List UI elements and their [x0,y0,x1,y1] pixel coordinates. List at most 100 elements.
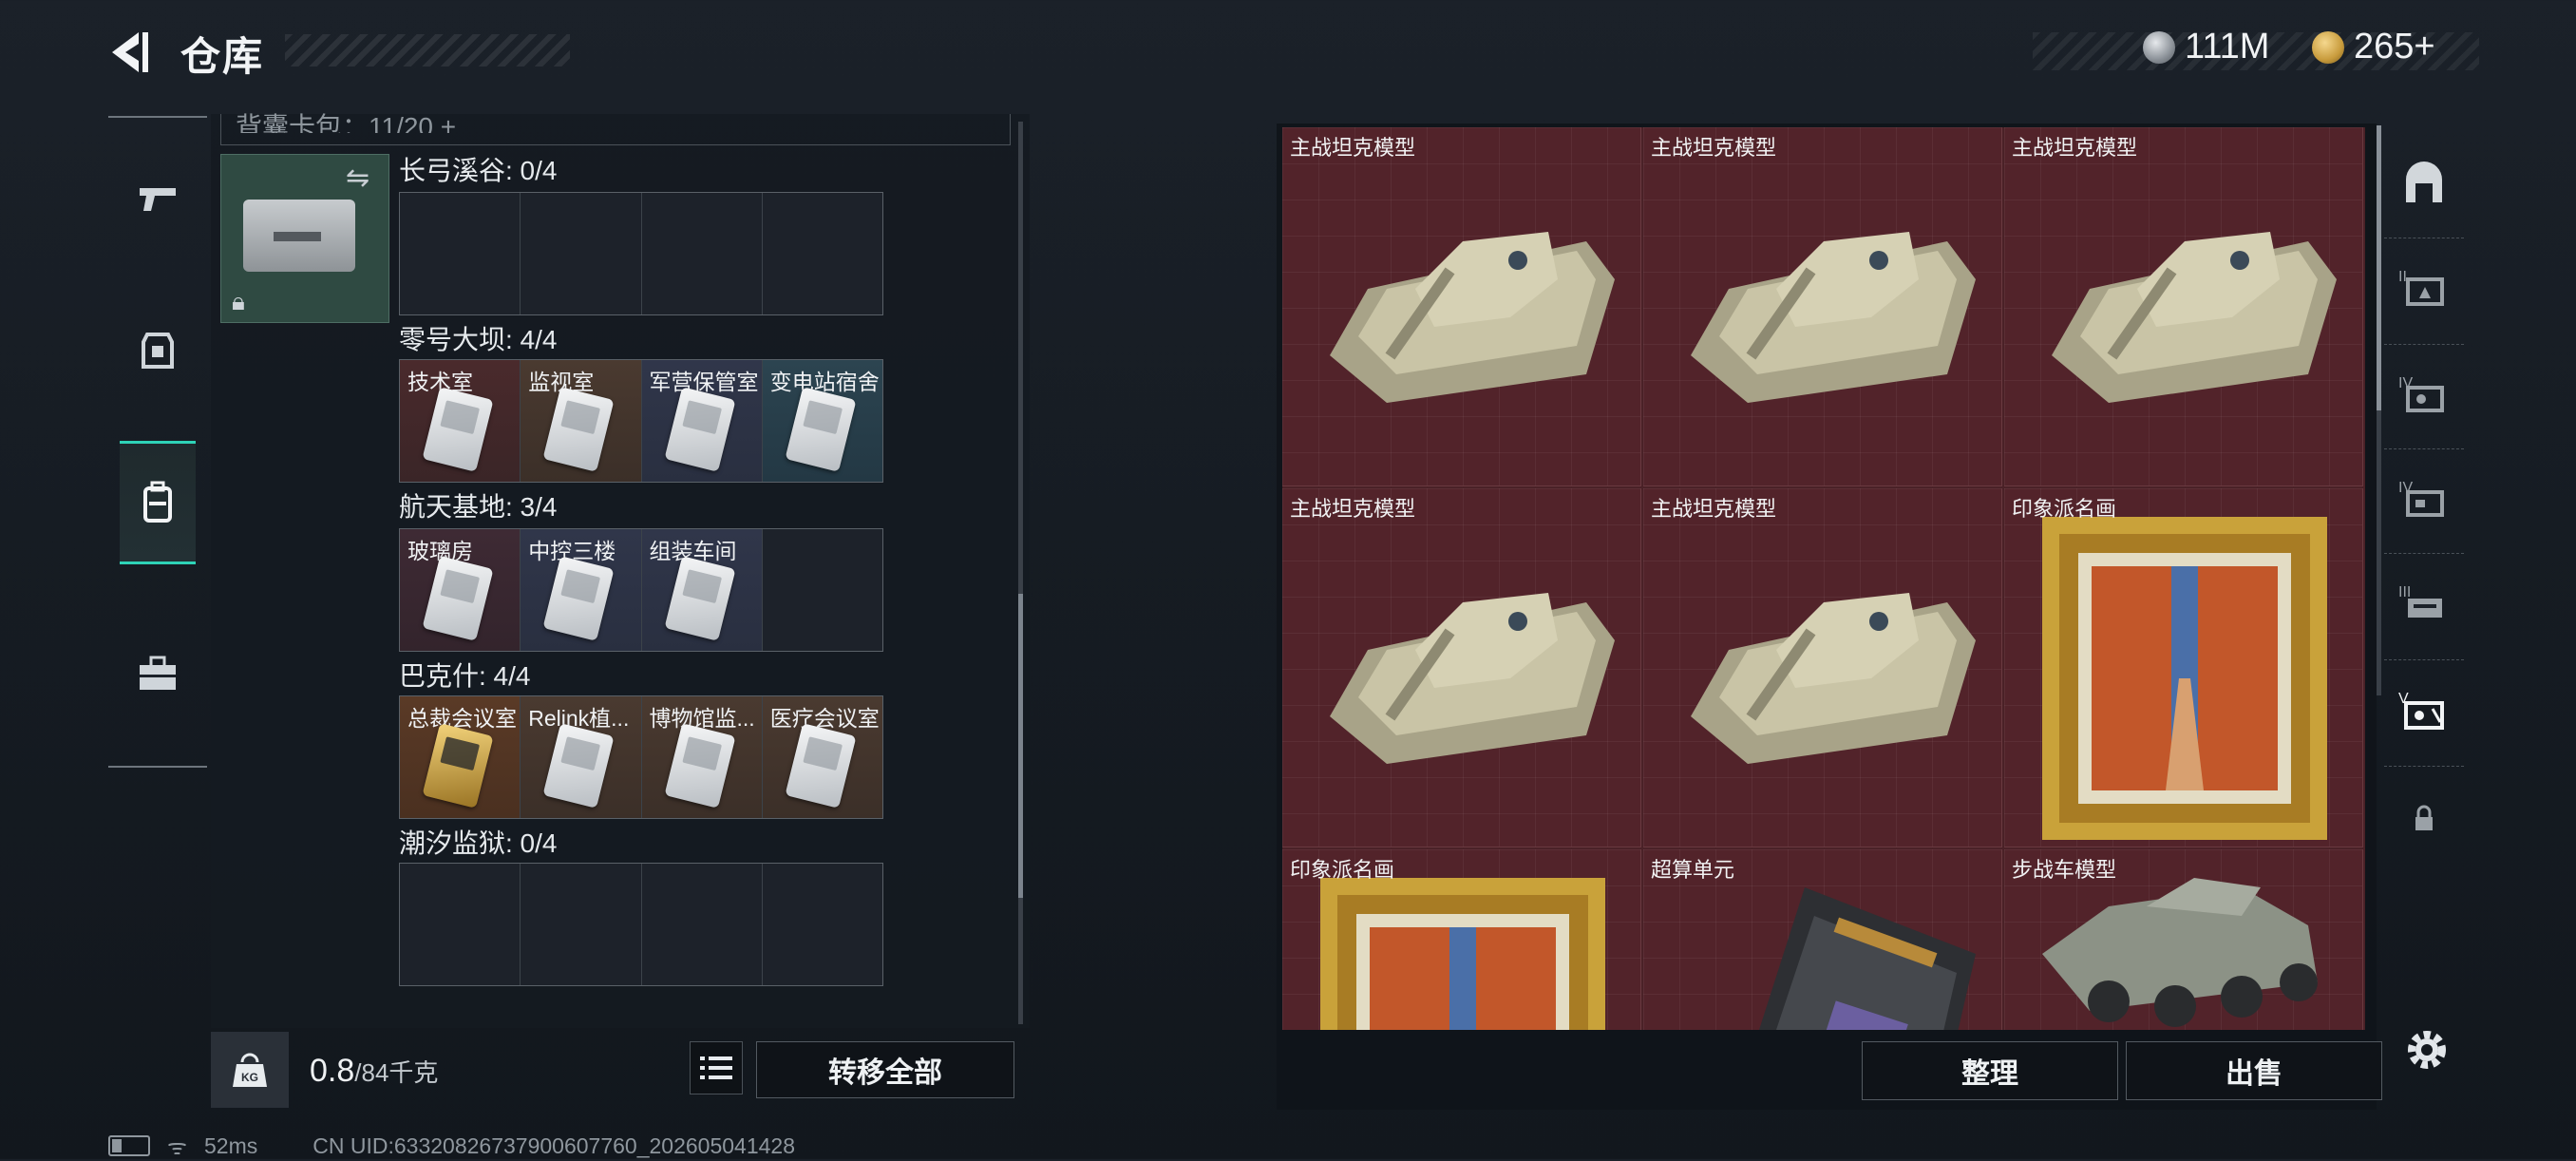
tab-all-items[interactable] [2384,133,2464,236]
inventory-item[interactable]: 超算单元 [1643,849,2002,1030]
settings-gear-icon[interactable] [2403,1026,2451,1074]
keycard-label: 军营保管室 [649,370,759,394]
svg-text:II: II [2398,269,2407,285]
backpack-icon [143,481,172,523]
keycard-case-image [243,200,355,272]
tier-5-icon: V [2398,691,2444,730]
armor-icon [142,333,174,369]
weight-icon: KG [233,1053,267,1087]
item-name: 印象派名画 [2012,497,2117,521]
keycard-label: 监视室 [528,370,595,394]
nav-toolbox[interactable] [108,612,207,735]
keycard-label: 中控三楼 [528,539,616,563]
keycard-slot[interactable] [763,864,882,985]
inventory-item[interactable]: 主战坦克模型 [1643,127,2002,486]
gold-coin-icon [2312,30,2344,64]
sell-button[interactable]: 出售 [2126,1041,2382,1100]
keycard-label: 技术室 [407,370,473,394]
inventory-item[interactable]: 主战坦克模型 [1643,488,2002,847]
left-scrollbar-thumb[interactable] [1018,594,1023,898]
tab-tier-2[interactable]: II [2384,238,2464,341]
weight-value: 0.8 [310,1053,355,1089]
tab-tier-5[interactable]: V [2384,659,2464,763]
keycard-slot[interactable]: 医疗会议室 [762,696,882,818]
inventory-item[interactable]: 印象派名画 [1282,849,1641,1030]
keycard-image [663,387,736,472]
keycard-slot[interactable] [642,864,763,985]
back-arrow-icon[interactable] [106,29,154,76]
lock-icon [2415,805,2433,830]
inventory-item[interactable]: 步战车模型 [2004,849,2363,1030]
inventory-grid: 主战坦克模型 主战坦克模型 主战坦克模型 主战坦克模型 主战坦克模型 印象派名画 [1282,127,2365,1030]
keycard-slot[interactable] [763,529,882,651]
lock-icon: 🔒︎ [232,287,245,315]
keycard-image [663,556,736,641]
keycard-slot[interactable]: 总裁会议室 [400,696,521,818]
silver-coin-icon [2143,30,2175,64]
keycard-slot[interactable]: 军营保管室 [641,360,763,482]
tab-locked[interactable] [2384,766,2464,869]
keycard-slot[interactable]: 变电站宿舍 [762,360,882,482]
sort-button[interactable]: 整理 [1862,1041,2118,1100]
list-icon [700,1056,732,1079]
item-name: 主战坦克模型 [1290,497,1416,521]
weight-button[interactable]: KG [211,1032,289,1108]
tab-tier-3[interactable]: III [2384,553,2464,657]
keycard-slot[interactable]: 组装车间 [641,529,763,651]
keycard-image [785,387,857,472]
section-title-dam: 零号大坝: 4/4 [399,325,558,354]
nav-backpack[interactable] [120,441,196,564]
panel-top-partial-text: 背囊卡包：11/20 + [236,112,457,133]
inventory-item[interactable]: 主战坦克模型 [1282,127,1641,486]
nav-weapons[interactable] [108,137,207,260]
silver-currency[interactable]: 111M [2143,27,2269,67]
keycard-slot[interactable]: Relink植... [521,696,642,818]
filter-tabs: II IV IV III V [2384,133,2464,1007]
section-title-space-base: 航天基地: 3/4 [399,492,558,522]
keycard-slot[interactable] [400,864,521,985]
section-title-bakshi: 巴克什: 4/4 [399,661,531,691]
tank-model-image [2052,232,2337,403]
section-title-tidal-prison: 潮汐监狱: 0/4 [399,828,558,858]
keycard-slot[interactable] [642,193,763,314]
keycard-slot[interactable]: 监视室 [521,360,642,482]
inventory-item[interactable]: 印象派名画 [2004,488,2363,847]
inventory-item[interactable]: 主战坦克模型 [1282,488,1641,847]
keycard-slot[interactable]: 技术室 [400,360,521,482]
keycard-slot[interactable] [763,193,882,314]
inventory-item[interactable]: 主战坦克模型 [2004,127,2363,486]
right-scrollbar-thumb[interactable] [2377,125,2381,410]
keycard-image [542,723,615,809]
keycard-grid-bakshi: 总裁会议室 Relink植... 博物馆监... 医疗会议室 [399,695,883,819]
keycard-label: 博物馆监... [649,706,755,731]
item-name: 主战坦克模型 [2012,136,2138,160]
keycard-slot[interactable]: 中控三楼 [521,529,642,651]
tab-tier-4-alt[interactable]: IV [2384,448,2464,552]
keycard-image [785,723,857,809]
keycard-slot[interactable] [521,193,642,314]
keycard-slot[interactable] [400,193,521,314]
tab-tier-4[interactable]: IV [2384,344,2464,447]
title-stripe [285,34,570,67]
gold-currency[interactable]: 265+ [2312,27,2435,67]
keycard-slot[interactable] [521,864,642,985]
weight-capacity: /84千克 [354,1058,439,1087]
battery-icon [108,1135,150,1156]
tank-model-image [1330,232,1615,403]
transfer-all-button[interactable]: 转移全部 [756,1041,1014,1098]
keycard-slot[interactable]: 博物馆监... [641,696,763,818]
gold-amount: 265+ [2354,27,2435,67]
item-name: 步战车模型 [2012,858,2117,882]
nav-armor[interactable] [108,289,207,412]
tank-model-image [1330,593,1615,764]
status-bar: ᯤ 52ms CN UID:6332082673790060776​0_2026… [108,1131,795,1161]
ping-readout: 52ms [204,1132,258,1158]
list-view-button[interactable] [690,1041,743,1094]
swap-icon[interactable]: ⇋ [346,162,369,195]
keycard-slot[interactable]: 玻璃房 [400,529,521,651]
keycard-label: 玻璃房 [407,539,473,563]
keycard-label: 医疗会议室 [769,706,880,731]
weight-icon-label: KG [241,1071,258,1084]
silver-amount: 111M [2185,27,2270,67]
keycard-image [542,387,615,472]
